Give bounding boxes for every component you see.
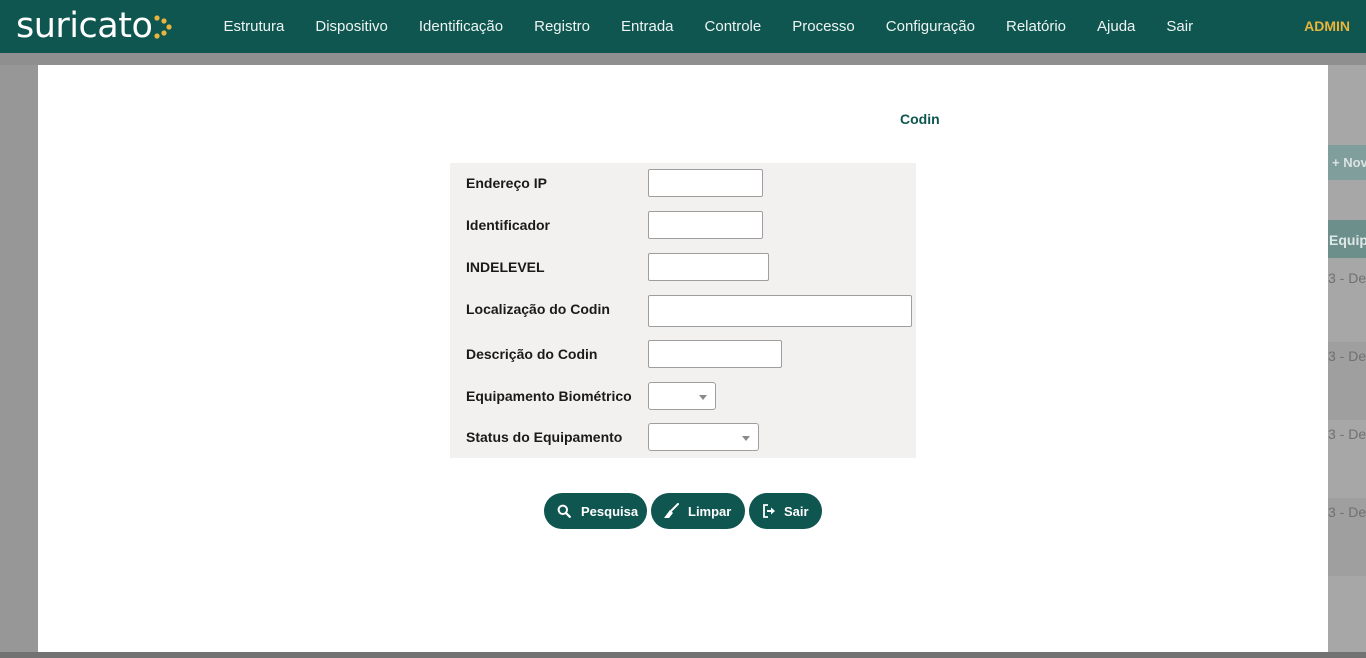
codin-description-label: Descrição do Codin	[466, 346, 598, 362]
modal-title: Codin	[900, 111, 940, 127]
ip-address-input[interactable]	[648, 169, 763, 197]
menu-item-controle[interactable]: Controle	[689, 18, 777, 35]
logo-text: suricato	[16, 6, 153, 46]
menu-item-ajuda[interactable]: Ajuda	[1082, 18, 1151, 35]
search-button-label: Pesquisa	[581, 503, 639, 519]
top-navigation-bar: suricato Estrutura Dispositivo Identific…	[0, 0, 1366, 53]
exit-button[interactable]: Sair	[749, 493, 822, 529]
equipment-status-label: Status do Equipamento	[466, 429, 623, 445]
exit-button-label: Sair	[784, 503, 809, 519]
biometric-equipment-label: Equipamento Biométrico	[466, 388, 632, 404]
background-list-panel: + Nov Equip 3 - De 3 - De 3 - De 3 - De	[1328, 65, 1366, 658]
indelevel-label: INDELEVEL	[466, 259, 545, 275]
codin-location-label: Localização do Codin	[466, 301, 610, 317]
background-column-header: Equip	[1328, 220, 1366, 258]
menu-item-dispositivo[interactable]: Dispositivo	[300, 18, 404, 35]
background-new-button: + Nov	[1328, 145, 1366, 180]
biometric-equipment-select[interactable]	[648, 382, 716, 410]
search-icon	[556, 503, 572, 519]
background-bottom-edge	[0, 652, 1366, 658]
background-row: 3 - De	[1328, 426, 1366, 442]
codin-location-input[interactable]	[648, 295, 912, 327]
main-menu: Estrutura Dispositivo Identificação Regi…	[208, 0, 1209, 53]
clear-button-label: Limpar	[688, 503, 732, 519]
codin-search-modal: Codin Endereço IP Identificador INDELEVE…	[38, 65, 1328, 652]
background-row: 3 - De	[1328, 342, 1366, 420]
search-form: Endereço IP Identificador INDELEVEL Loca…	[450, 163, 916, 458]
background-subheader	[0, 53, 1366, 65]
broom-icon	[663, 503, 679, 519]
user-menu[interactable]: ADMIN	[1304, 18, 1350, 34]
clear-button[interactable]: Limpar	[651, 493, 745, 529]
search-button[interactable]: Pesquisa	[544, 493, 647, 529]
menu-item-entrada[interactable]: Entrada	[605, 18, 689, 35]
background-row: 3 - De	[1328, 498, 1366, 576]
ip-address-label: Endereço IP	[466, 175, 547, 191]
menu-item-estrutura[interactable]: Estrutura	[208, 18, 300, 35]
chevron-down-icon	[742, 436, 750, 441]
indelevel-input[interactable]	[648, 253, 769, 281]
background-left-margin	[0, 65, 38, 658]
menu-item-sair[interactable]: Sair	[1151, 18, 1209, 35]
chevron-down-icon	[699, 395, 707, 400]
codin-description-input[interactable]	[648, 340, 782, 368]
menu-item-configuracao[interactable]: Configuração	[870, 18, 990, 35]
identifier-input[interactable]	[648, 211, 763, 239]
menu-item-identificacao[interactable]: Identificação	[403, 18, 518, 35]
sign-out-icon	[761, 503, 777, 519]
menu-item-relatorio[interactable]: Relatório	[991, 18, 1082, 35]
identifier-label: Identificador	[466, 217, 551, 233]
equipment-status-select[interactable]	[648, 423, 759, 451]
suricato-logo[interactable]: suricato	[16, 4, 175, 48]
background-row: 3 - De	[1328, 270, 1366, 286]
menu-item-processo[interactable]: Processo	[777, 18, 871, 35]
logo-dots-icon	[154, 15, 172, 39]
menu-item-registro[interactable]: Registro	[519, 18, 606, 35]
